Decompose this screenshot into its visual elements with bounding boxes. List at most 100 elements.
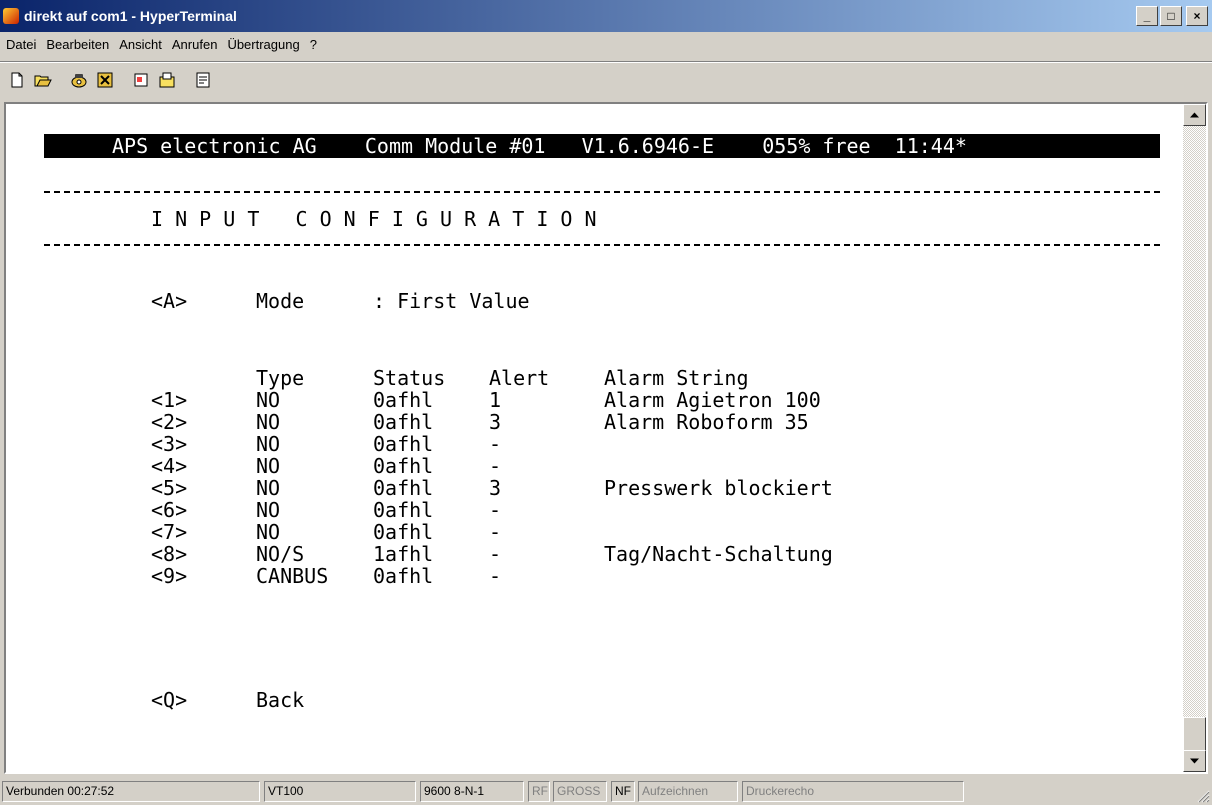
row-1-alarm: Alarm Agietron 100 xyxy=(604,388,821,412)
row-8-alert: - xyxy=(489,542,502,566)
properties-button[interactable] xyxy=(190,67,216,93)
column-header-status: Status xyxy=(373,366,446,390)
scroll-up-button[interactable] xyxy=(1183,104,1206,126)
properties-icon xyxy=(196,72,210,88)
arrow-down-icon xyxy=(1190,758,1199,764)
row-2-alarm: Alarm Roboform 35 xyxy=(604,410,809,434)
close-button[interactable]: × xyxy=(1186,6,1208,26)
row-3-key[interactable]: <3> xyxy=(151,433,187,455)
menu-bearbeiten[interactable]: Bearbeiten xyxy=(41,37,114,52)
terminal-window[interactable]: APS electronic AG Comm Module #01 V1.6.6… xyxy=(4,102,1208,774)
status-bar: Verbunden 00:27:52 VT100 9600 8-N-1 RF G… xyxy=(0,778,1212,805)
column-header-alarm-string: Alarm String xyxy=(604,366,749,390)
row-5-alarm: Presswerk blockiert xyxy=(604,476,833,500)
connect-button[interactable] xyxy=(66,67,92,93)
open-icon xyxy=(34,75,52,87)
row-7-alert: - xyxy=(489,520,502,544)
row-9-key[interactable]: <9> xyxy=(151,565,187,587)
row-8-key[interactable]: <8> xyxy=(151,543,187,565)
row-3-status: 0afhl xyxy=(373,432,434,456)
row-6-key[interactable]: <6> xyxy=(151,499,187,521)
menu-ansicht[interactable]: Ansicht xyxy=(114,37,167,52)
row-4-status: 0afhl xyxy=(373,454,434,478)
row-4-type: NO xyxy=(256,454,281,478)
status-nf: NF xyxy=(611,781,635,802)
new-button[interactable] xyxy=(4,67,30,93)
connect-icon xyxy=(71,74,87,88)
row-7-status: 0afhl xyxy=(373,520,434,544)
open-button[interactable] xyxy=(30,67,56,93)
status-capture: Aufzeichnen xyxy=(638,781,738,802)
scroll-down-button[interactable] xyxy=(1183,750,1206,772)
row-9-status: 0afhl xyxy=(373,564,434,588)
row-2-alert: 3 xyxy=(489,410,502,434)
row-1-status: 0afhl xyxy=(373,388,434,412)
row-8-status: 1afhl xyxy=(373,542,434,566)
send-button[interactable] xyxy=(128,67,154,93)
row-6-status: 0afhl xyxy=(373,498,434,522)
disconnect-button[interactable] xyxy=(92,67,118,93)
row-8-type: NO/S xyxy=(256,542,305,566)
window-controls: _ □ × xyxy=(1136,6,1208,26)
status-print-echo: Druckerecho xyxy=(742,781,964,802)
divider-top xyxy=(44,191,1160,193)
terminal-screen[interactable]: APS electronic AG Comm Module #01 V1.6.6… xyxy=(6,104,1183,772)
row-2-status: 0afhl xyxy=(373,410,434,434)
row-2-key[interactable]: <2> xyxy=(151,411,187,433)
row-6-type: NO xyxy=(256,498,281,522)
arrow-up-icon xyxy=(1190,112,1199,118)
row-8-alarm: Tag/Nacht-Schaltung xyxy=(604,542,833,566)
section-title: I N P U T C O N F I G U R A T I O N xyxy=(151,207,597,231)
send-icon xyxy=(134,73,148,87)
resize-grip-icon[interactable] xyxy=(1196,789,1210,803)
row-4-key[interactable]: <4> xyxy=(151,455,187,477)
terminal-header-bar: APS electronic AG Comm Module #01 V1.6.6… xyxy=(44,134,1160,158)
status-settings: 9600 8-N-1 xyxy=(420,781,524,802)
row-4-alert: - xyxy=(489,454,502,478)
receive-button[interactable] xyxy=(154,67,180,93)
back-label: Back xyxy=(256,688,305,712)
status-connected: Verbunden 00:27:52 xyxy=(2,781,260,802)
menu-datei[interactable]: Datei xyxy=(0,37,41,52)
maximize-button[interactable]: □ xyxy=(1160,6,1182,26)
mode-value: : First Value xyxy=(373,289,530,313)
row-5-key[interactable]: <5> xyxy=(151,477,187,499)
scroll-thumb[interactable] xyxy=(1183,717,1206,751)
row-3-type: NO xyxy=(256,432,281,456)
row-1-key[interactable]: <1> xyxy=(151,389,187,411)
row-7-key[interactable]: <7> xyxy=(151,521,187,543)
row-1-type: NO xyxy=(256,388,281,412)
title-bar[interactable]: direkt auf com1 - HyperTerminal _ □ × xyxy=(0,0,1212,32)
menu-anrufen[interactable]: Anrufen xyxy=(167,37,223,52)
row-3-alert: - xyxy=(489,432,502,456)
divider-bottom xyxy=(44,244,1160,246)
status-rf: RF xyxy=(528,781,550,802)
vertical-scrollbar[interactable] xyxy=(1183,104,1206,772)
mode-label: Mode xyxy=(256,289,305,313)
row-1-alert: 1 xyxy=(489,388,502,412)
toolbar xyxy=(0,61,1212,98)
row-6-alert: - xyxy=(489,498,502,522)
hyperterminal-app-icon[interactable] xyxy=(3,8,19,24)
receive-icon xyxy=(159,72,175,88)
minimize-button[interactable]: _ xyxy=(1136,6,1158,26)
column-header-type: Type xyxy=(256,366,305,390)
row-7-type: NO xyxy=(256,520,281,544)
back-key[interactable]: <Q> xyxy=(151,689,187,711)
menu-help[interactable]: ? xyxy=(305,37,322,52)
row-5-type: NO xyxy=(256,476,281,500)
menu-uebertragung[interactable]: Übertragung xyxy=(222,37,304,52)
window-title: direkt auf com1 - HyperTerminal xyxy=(24,8,237,24)
menu-bar: Datei Bearbeiten Ansicht Anrufen Übertra… xyxy=(0,32,1212,56)
row-2-type: NO xyxy=(256,410,281,434)
row-9-type: CANBUS xyxy=(256,564,329,588)
row-5-status: 0afhl xyxy=(373,476,434,500)
mode-key[interactable]: <A> xyxy=(151,290,187,312)
status-emulation: VT100 xyxy=(264,781,416,802)
column-header-alert: Alert xyxy=(489,366,550,390)
terminal-header-text: APS electronic AG Comm Module #01 V1.6.6… xyxy=(112,134,967,158)
status-gross: GROSS xyxy=(553,781,607,802)
new-icon xyxy=(11,72,23,88)
disconnect-icon xyxy=(97,72,113,88)
row-9-alert: - xyxy=(489,564,502,588)
